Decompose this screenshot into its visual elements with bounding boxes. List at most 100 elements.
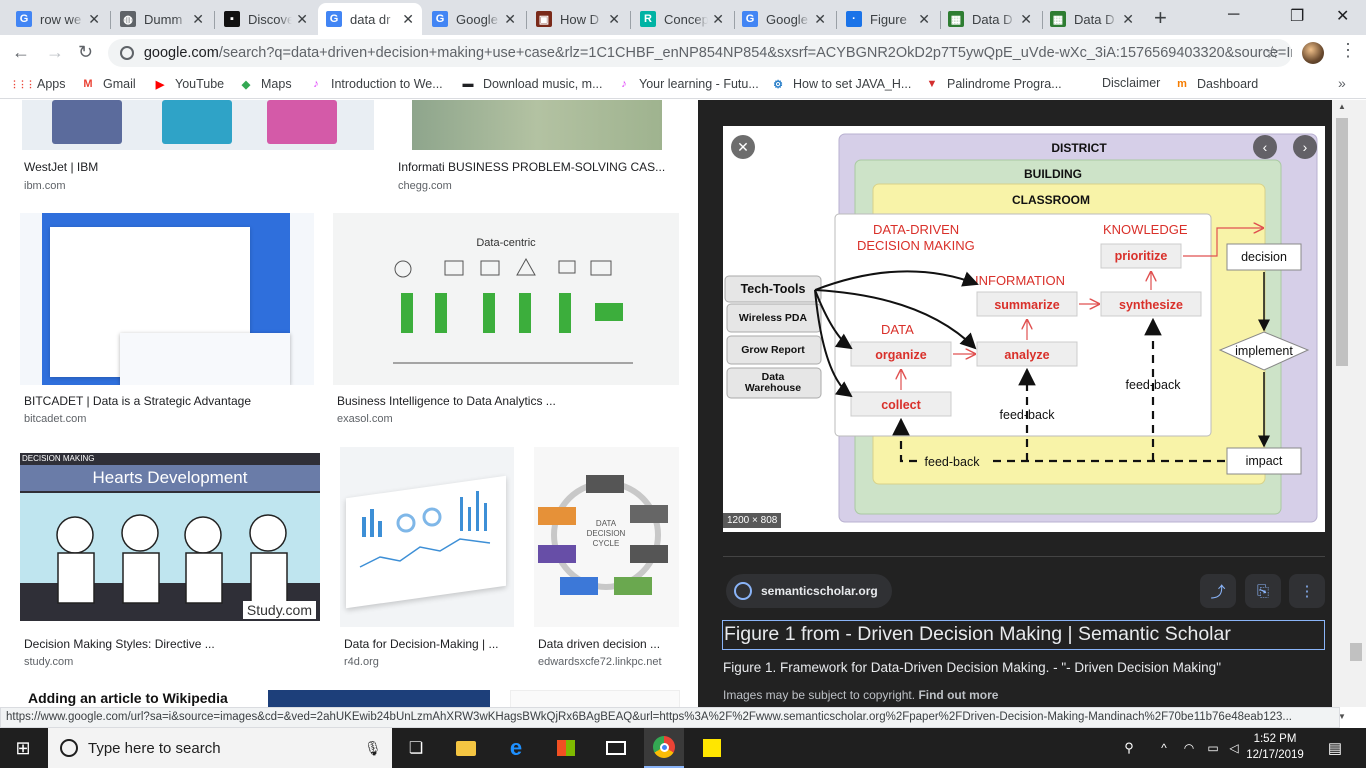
result-caption[interactable]: Data driven decision ... [538, 637, 660, 651]
close-tab-icon[interactable]: ✕ [1122, 11, 1134, 28]
browser-tab[interactable]: ▦ Data D ✕ [1042, 3, 1142, 35]
result-caption[interactable]: Informati BUSINESS PROBLEM-SOLVING CAS..… [398, 160, 665, 174]
browser-tab[interactable]: R Concep ✕ [632, 3, 732, 35]
browser-tab[interactable]: G Google ✕ [424, 3, 524, 35]
browser-tab[interactable]: Grow we ✕ [8, 3, 108, 35]
close-tab-icon[interactable]: ✕ [608, 11, 620, 28]
browser-tab[interactable]: Gdata dr ✕ [318, 3, 422, 35]
close-tab-icon[interactable]: ✕ [402, 11, 414, 28]
bookmark-label: Your learning - Futu... [639, 77, 759, 91]
save-bookmark-icon[interactable]: ⎘ [1245, 574, 1281, 608]
browser-tab[interactable]: G Google ✕ [734, 3, 834, 35]
store-icon[interactable] [548, 728, 584, 768]
profile-avatar[interactable] [1302, 42, 1324, 64]
mail-icon[interactable] [598, 728, 634, 768]
more-options-icon[interactable]: ⋮ [1289, 574, 1325, 608]
bookmark-item[interactable]: ⚙ How to set JAVA_H... [770, 76, 911, 92]
bookmark-item[interactable]: ♪ Introduction to We... [308, 76, 442, 92]
tab-favicon-icon: ▪ [224, 11, 240, 27]
browser-tab[interactable]: ▦ Data D ✕ [940, 3, 1040, 35]
viewer-title[interactable]: Figure 1 from - Driven Decision Making |… [722, 620, 1325, 650]
result-thumb-exasol[interactable]: Data-centric [333, 213, 679, 385]
bookmark-item[interactable]: M Gmail [80, 76, 135, 92]
tab-separator [630, 11, 631, 29]
forward-button[interactable]: → [46, 42, 64, 63]
browser-tab[interactable]: ◍ Dumm ✕ [112, 3, 212, 35]
bookmark-item[interactable]: ▶ YouTube [152, 76, 224, 92]
sticky-notes-icon[interactable] [694, 728, 730, 768]
result-thumb-next[interactable] [268, 690, 490, 707]
search-placeholder: Type here to search [88, 739, 221, 757]
result-thumb-next[interactable] [510, 690, 680, 707]
browser-tab[interactable]: · Figure ✕ [838, 3, 938, 35]
bookmark-icon: m [1177, 78, 1187, 90]
diagram-label-wireless: Wireless PDA [739, 312, 808, 324]
microphone-icon[interactable]: 🎙 [364, 740, 382, 757]
preview-image[interactable]: DISTRICT BUILDING CLASSROOM DATA-DRIVEN … [723, 126, 1325, 532]
result-thumb-r4d[interactable] [340, 447, 514, 627]
close-tab-icon[interactable]: ✕ [192, 11, 204, 28]
notifications-icon[interactable]: ▤ [1320, 728, 1350, 768]
browser-tab[interactable]: ▪ Discove ✕ [216, 3, 316, 35]
task-view-icon[interactable]: ❏ [398, 728, 434, 768]
bookmark-item[interactable]: Disclaimer [1102, 76, 1160, 90]
close-tab-icon[interactable]: ✕ [88, 11, 100, 28]
share-icon[interactable]: ⤴ [1200, 574, 1236, 608]
result-caption[interactable]: BITCADET | Data is a Strategic Advantage [24, 394, 251, 408]
bookmark-icon: ♪ [621, 78, 627, 90]
wifi-icon[interactable]: ◠ [1178, 728, 1200, 768]
result-caption[interactable]: WestJet | IBM [24, 160, 98, 174]
result-thumb-study[interactable]: DECISION MAKING Hearts Development Study… [20, 453, 320, 621]
restore-button[interactable]: ❐ [1290, 6, 1304, 26]
taskbar-search[interactable]: Type here to search 🎙 [48, 728, 392, 768]
browser-menu-icon[interactable]: ⋮ [1339, 40, 1357, 61]
bookmark-item[interactable]: m Dashboard [1174, 76, 1258, 92]
bookmark-star-icon[interactable]: ☆ [1265, 43, 1280, 63]
bookmark-item[interactable]: ◆ Maps [238, 76, 292, 92]
close-tab-icon[interactable]: ✕ [296, 11, 308, 28]
file-explorer-icon[interactable] [448, 728, 484, 768]
address-bar[interactable]: google.com/search?q=data+driven+decision… [108, 39, 1292, 67]
result-caption[interactable]: Business Intelligence to Data Analytics … [337, 394, 556, 408]
next-image-icon[interactable]: › [1293, 135, 1317, 159]
close-tab-icon[interactable]: ✕ [814, 11, 826, 28]
close-tab-icon[interactable]: ✕ [504, 11, 516, 28]
result-thumb-cycle[interactable]: DATA DECISION CYCLE [534, 447, 679, 627]
taskbar-clock[interactable]: 1:52 PM 12/17/2019 [1240, 731, 1310, 763]
close-tab-icon[interactable]: ✕ [712, 11, 724, 28]
edge-icon[interactable]: e [498, 728, 534, 768]
bookmark-item[interactable]: ▬ Download music, m... [460, 76, 603, 92]
find-out-more-link[interactable]: Find out more [918, 688, 998, 702]
close-tab-icon[interactable]: ✕ [918, 11, 930, 28]
result-caption[interactable]: Decision Making Styles: Directive ... [24, 637, 215, 651]
result-thumb-wiki[interactable]: Adding an article to Wikipedia [20, 690, 246, 707]
source-chip[interactable]: semanticscholar.org [726, 574, 892, 608]
close-viewer-icon[interactable]: ✕ [731, 135, 755, 159]
browser-tab[interactable]: ▣ How D ✕ [528, 3, 628, 35]
result-thumb-ibm[interactable] [22, 100, 374, 150]
result-thumb-chegg[interactable] [412, 100, 662, 150]
scrollbar-thumb[interactable] [1336, 118, 1348, 366]
minimize-button[interactable]: ─ [1228, 6, 1239, 24]
bookmark-item[interactable]: ⋮⋮⋮ Apps [10, 76, 66, 92]
show-hidden-icons[interactable]: ^ [1154, 728, 1174, 768]
chrome-icon[interactable] [644, 728, 684, 768]
battery-icon[interactable]: ▭ [1202, 728, 1224, 768]
close-tab-icon[interactable]: ✕ [1020, 11, 1032, 28]
reload-button[interactable]: ↻ [78, 42, 93, 63]
result-thumb-bitcadet[interactable] [20, 213, 314, 385]
tab-favicon-icon: ▦ [1050, 11, 1066, 27]
back-button[interactable]: ← [12, 42, 30, 63]
more-bookmarks-icon[interactable]: » [1338, 75, 1346, 91]
scroll-up-icon[interactable]: ▲ [1338, 102, 1346, 111]
result-caption[interactable]: Data for Decision-Making | ... [344, 637, 499, 651]
people-icon[interactable]: ⚲ [1118, 728, 1140, 768]
close-window-button[interactable]: ✕ [1336, 6, 1349, 26]
new-tab-button[interactable]: + [1154, 5, 1167, 31]
windows-start-icon[interactable]: ⊞ [0, 728, 46, 768]
bookmark-item[interactable]: ▼ Palindrome Progra... [924, 76, 1062, 92]
previous-image-icon[interactable]: ‹ [1253, 135, 1277, 159]
status-bar-url: https://www.google.com/url?sa=i&source=i… [0, 707, 1340, 728]
bookmark-item[interactable]: ♪ Your learning - Futu... [616, 76, 759, 92]
outer-scrollbar-thumb[interactable] [1350, 643, 1362, 661]
